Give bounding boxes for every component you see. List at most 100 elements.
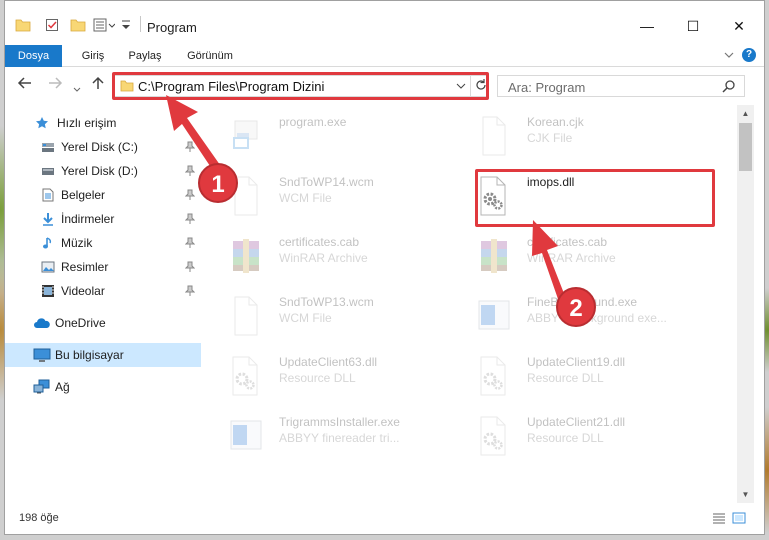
nav-item-music[interactable]: Müzik <box>5 231 201 255</box>
nav-label: Belgeler <box>61 188 106 202</box>
maximize-button[interactable]: ☐ <box>670 13 716 39</box>
file-name: UpdateClient21.dll <box>527 415 626 429</box>
nav-label: OneDrive <box>55 316 106 330</box>
search-icon <box>722 79 736 96</box>
nav-item-local-disk-d[interactable]: Yerel Disk (D:) <box>5 159 201 183</box>
scroll-up-arrow-icon[interactable]: ▲ <box>737 105 754 122</box>
folder-icon <box>15 18 31 32</box>
file-name: UpdateClient63.dll <box>279 355 378 369</box>
new-folder-icon[interactable] <box>70 18 86 32</box>
winrar-icon <box>223 233 267 281</box>
nav-label: Hızlı erişim <box>57 116 117 130</box>
file-item[interactable]: program.exe <box>201 107 431 163</box>
item-count: 198 öğe <box>19 512 59 524</box>
help-icon[interactable]: ? <box>742 48 756 62</box>
nav-item-onedrive[interactable]: OneDrive <box>5 311 201 335</box>
file-type: WCM File <box>279 311 332 325</box>
nav-label: Ağ <box>55 380 70 394</box>
file-type: Resource DLL <box>527 371 604 385</box>
star-icon <box>35 116 49 130</box>
window-title: Program <box>147 20 197 35</box>
minimize-icon: — <box>640 18 654 34</box>
file-item[interactable]: UpdateClient63.dll Resource DLL <box>201 347 431 403</box>
dll-gear-icon <box>471 413 515 461</box>
exe-window-icon <box>471 293 515 341</box>
nav-label: Videolar <box>61 284 105 298</box>
details-view-icon[interactable] <box>712 512 726 527</box>
pin-icon[interactable] <box>184 165 196 180</box>
title-bar: Program — ☐ ✕ <box>5 1 764 41</box>
file-type: WCM File <box>279 191 332 205</box>
cloud-icon <box>33 317 51 329</box>
ribbon-controls: ? <box>724 48 756 62</box>
properties-icon[interactable] <box>45 18 59 32</box>
downloads-icon <box>41 212 55 226</box>
address-bar-highlight <box>112 72 489 100</box>
search-input[interactable]: Ara: Program <box>497 75 745 97</box>
pin-icon[interactable] <box>184 261 196 276</box>
recent-locations-chevron-icon[interactable] <box>73 80 81 96</box>
file-type: ABBYY finereader tri... <box>279 431 400 445</box>
up-arrow-icon[interactable] <box>91 76 105 93</box>
file-item[interactable]: UpdateClient19.dll Resource DLL <box>449 347 679 403</box>
file-list: program.exe Korean.cjk CJK File SndToWP1… <box>201 105 737 500</box>
scroll-down-arrow-icon[interactable]: ▼ <box>737 486 754 503</box>
vertical-scrollbar[interactable]: ▲ ▼ <box>737 105 754 503</box>
file-explorer-window: Program — ☐ ✕ Dosya Giriş Paylaş Görünüm… <box>4 0 765 535</box>
minimize-button[interactable]: — <box>624 13 670 39</box>
videos-icon <box>41 284 55 298</box>
pin-icon[interactable] <box>184 237 196 252</box>
file-type: Resource DLL <box>527 431 604 445</box>
nav-item-local-disk-c[interactable]: Yerel Disk (C:) <box>5 135 201 159</box>
nav-item-network[interactable]: Ağ <box>5 375 201 399</box>
nav-item-this-pc[interactable]: Bu bilgisayar <box>5 343 201 367</box>
pin-icon[interactable] <box>184 285 196 300</box>
nav-item-downloads[interactable]: İndirmeler <box>5 207 201 231</box>
nav-item-documents[interactable]: Belgeler <box>5 183 201 207</box>
file-type: WinRAR Archive <box>279 251 368 265</box>
scrollbar-thumb[interactable] <box>739 123 752 171</box>
navigation-bar: C:\Program Files\Program Dizini Ara: Pro… <box>5 68 764 104</box>
music-icon <box>41 236 55 250</box>
file-item[interactable]: UpdateClient21.dll Resource DLL <box>449 407 679 463</box>
dll-gear-icon <box>223 353 267 401</box>
pin-icon[interactable] <box>184 141 196 156</box>
file-item[interactable]: Korean.cjk CJK File <box>449 107 679 163</box>
file-name: SndToWP13.wcm <box>279 295 374 309</box>
navigation-pane: Hızlı erişim Yerel Disk (C:) Yerel Disk … <box>5 105 201 500</box>
tab-share[interactable]: Paylaş <box>122 45 168 67</box>
close-icon: ✕ <box>733 17 745 34</box>
tab-home[interactable]: Giriş <box>73 45 113 67</box>
drive-icon <box>41 165 55 177</box>
customize-view-icon[interactable] <box>93 18 115 32</box>
file-item[interactable]: TrigrammsInstaller.exe ABBYY finereader … <box>201 407 431 463</box>
exe-icon <box>223 113 267 161</box>
pictures-icon <box>41 261 55 273</box>
nav-item-quick-access[interactable]: Hızlı erişim <box>5 111 201 135</box>
drive-icon <box>41 141 55 153</box>
file-item[interactable]: SndToWP13.wcm WCM File <box>201 287 431 343</box>
pin-icon[interactable] <box>184 189 196 204</box>
nav-item-videos[interactable]: Videolar <box>5 279 201 303</box>
file-highlight-box <box>475 169 715 227</box>
file-item[interactable]: certificates.cab WinRAR Archive <box>449 227 679 283</box>
view-buttons <box>712 512 746 527</box>
tab-view[interactable]: Görünüm <box>180 45 240 67</box>
forward-arrow-icon[interactable] <box>47 76 63 93</box>
back-arrow-icon[interactable] <box>17 76 33 93</box>
winrar-icon <box>471 233 515 281</box>
maximize-icon: ☐ <box>686 17 700 34</box>
file-name: program.exe <box>279 115 347 129</box>
quick-access-dropdown-icon[interactable] <box>121 19 131 31</box>
nav-label: Bu bilgisayar <box>55 348 124 362</box>
close-button[interactable]: ✕ <box>716 13 762 39</box>
pin-icon[interactable] <box>184 213 196 228</box>
nav-item-pictures[interactable]: Resimler <box>5 255 201 279</box>
large-icons-view-icon[interactable] <box>732 512 746 527</box>
nav-label: Resimler <box>61 260 109 274</box>
search-placeholder: Ara: Program <box>508 80 586 95</box>
file-item[interactable]: certificates.cab WinRAR Archive <box>201 227 431 283</box>
expand-ribbon-icon[interactable] <box>724 48 734 62</box>
tab-file[interactable]: Dosya <box>5 45 62 67</box>
status-bar: 198 öğe <box>5 507 764 531</box>
